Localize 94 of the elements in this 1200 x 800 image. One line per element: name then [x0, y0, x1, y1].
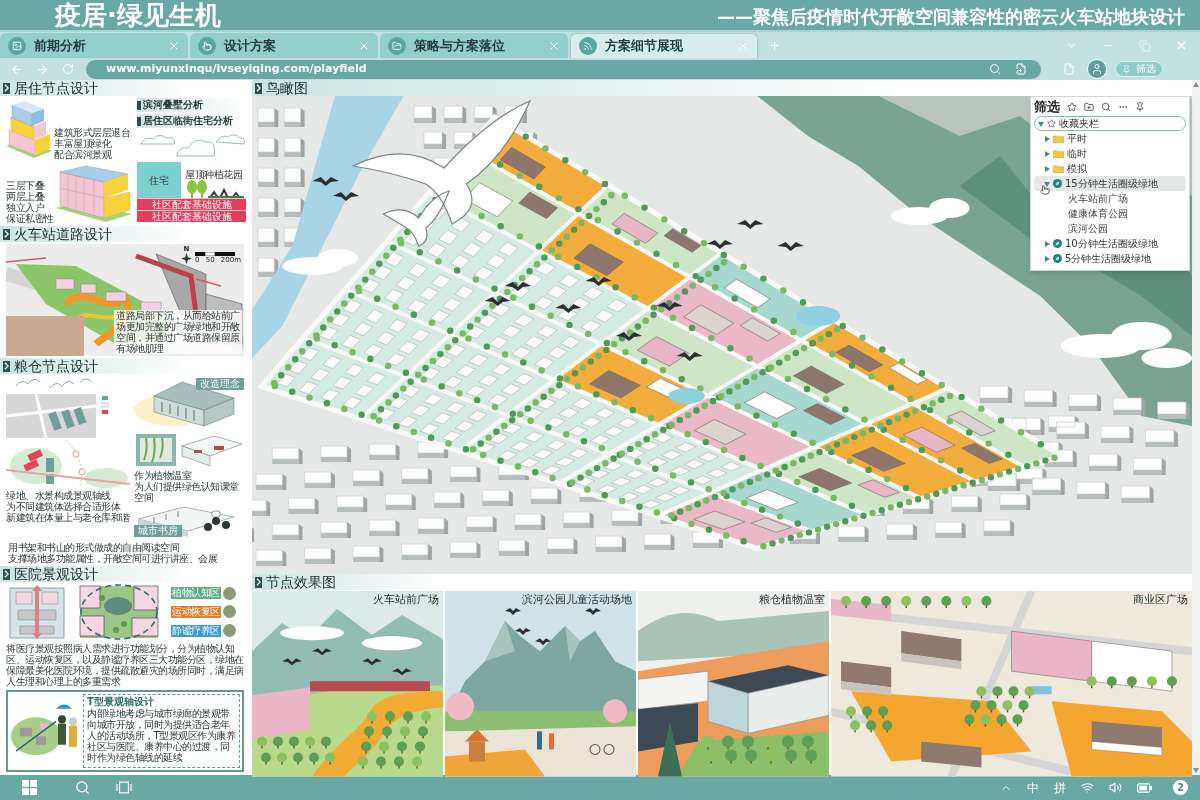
greenhouse-caption: 作为植物温室 为人们提供绿色认知课堂空间 [134, 470, 240, 503]
facility-bar: 社区配套基础设施 [137, 198, 246, 210]
road-caption: 道路局部下沉，从而给站前广场更加完整的广场绿地和开敞空间，并通过广场道路保留原有场地肌理 [114, 310, 242, 354]
scene-label: 滨河公园儿童活动场地 [522, 594, 632, 605]
garden-label: 屋顶种植花园 [185, 169, 242, 180]
scene-label: 粮仓植物温室 [759, 594, 825, 605]
section-title: 粮仓节点设计 [14, 359, 98, 373]
concept-tag: 改造理念 [196, 378, 244, 390]
tab[interactable]: 设计方案 [190, 33, 378, 58]
panel-text: 内部绿地考虑与城市绿廊的景观带向城市开放，同时为提供适合老年人的活动场所，T型景观区作为康养社区与医院、康养中心的过渡，同时作为绿色轴线的延续 [87, 708, 236, 763]
scale-bar [195, 252, 235, 256]
leaf-circle-icon [1053, 239, 1062, 248]
windows-logo-icon[interactable] [22, 780, 37, 795]
chevron-icon [255, 576, 262, 588]
rss-icon [579, 37, 597, 55]
star-icon [1047, 119, 1056, 128]
battery-icon[interactable] [1137, 782, 1152, 793]
zone-label: 运动恢复区 [171, 606, 221, 618]
folder-icon [1053, 164, 1064, 173]
library-tag: 城市书房 [134, 525, 182, 537]
reload-icon[interactable] [62, 63, 74, 75]
design-caption: 三层下叠 两层上叠 独立入户 保证私密性 [6, 180, 54, 224]
tab[interactable]: 前期分析 [0, 33, 188, 58]
picture-icon [8, 36, 26, 55]
chevron-icon [3, 82, 10, 94]
hospital-strip-plan-drawing [6, 584, 68, 640]
tab[interactable]: 策略与方案落位 [380, 33, 568, 58]
notification-badge[interactable]: 2 [1173, 780, 1188, 795]
poster-subtitle: ——聚焦后疫情时代开敞空间兼容性的密云火车站地块设计 [717, 5, 1185, 29]
caret-icon[interactable] [1044, 135, 1050, 142]
caret-icon[interactable] [1044, 180, 1050, 187]
leaf-circle-icon [1053, 179, 1062, 188]
search-icon[interactable] [1101, 101, 1111, 112]
hospital-caption: 将医疗景观按照病人需求进行功能划分，分为植物认知区、运动恢复区，以及静谧疗养区三大功能分区，绿地在保障最美化医院环境，提供疏散避灾的场所同时，满足病人生理和心理上的多重需求 [5, 643, 245, 687]
facility-bar: 社区配套基础设施 [137, 210, 246, 222]
section-title: 火车站道路设计 [14, 227, 112, 241]
leaf-circle-icon [1053, 254, 1062, 263]
caret-icon[interactable] [1044, 255, 1050, 262]
axis-caption: 绿地、水景构成景观轴线 为不同建筑体选择合适形体 新建筑在体量上与老仓库和谐 [6, 490, 130, 523]
section-title: 居住节点设计 [14, 81, 98, 95]
volume-icon[interactable] [1109, 781, 1122, 794]
forward-icon[interactable] [36, 62, 49, 76]
page-icon[interactable] [1015, 63, 1027, 75]
panel-title: 筛选 [1034, 100, 1060, 113]
zone-label: 植物认知区 [171, 587, 221, 600]
avatar-icon[interactable] [1087, 59, 1107, 79]
hand-cursor-icon [1040, 185, 1050, 195]
close-icon[interactable] [1175, 39, 1188, 52]
caret-icon[interactable] [1044, 150, 1050, 157]
chevron-icon [3, 360, 10, 372]
caret-icon[interactable] [1038, 120, 1044, 127]
task-view-icon[interactable] [116, 781, 132, 794]
section-title: 节点效果图 [266, 575, 336, 589]
scrollbar[interactable] [1192, 80, 1200, 775]
scroll-up-icon[interactable] [1193, 82, 1199, 87]
photo-placeholder [222, 624, 236, 638]
chevron-icon [255, 82, 262, 94]
library-caption: 用书架和书山的形式做成的自由阅读空间 支撑场地多功能属性，开敞空间可进行讲座、会展 [7, 542, 219, 566]
scene-label: 火车站前广场 [373, 594, 439, 605]
subheading-text: 居住区临街住宅分析 [143, 116, 233, 126]
chevron-icon [3, 228, 10, 240]
scene-label: 商业区广场 [1133, 594, 1188, 605]
favorite-icon[interactable] [1067, 101, 1077, 112]
folder-icon [1053, 149, 1064, 158]
photo-placeholder [222, 586, 236, 600]
back-icon[interactable] [10, 62, 23, 76]
compass-icon [181, 253, 192, 264]
photo-placeholder [222, 605, 236, 619]
new-tab-icon[interactable] [768, 39, 781, 52]
section-title: 鸟瞰图 [266, 81, 308, 95]
chevron-icon [3, 568, 10, 580]
zone-label: 静谧疗养区 [171, 624, 221, 637]
section-title: 医院景观设计 [14, 567, 98, 581]
design-caption: 建筑形式层层退台 丰富屋顶绿化 配合滨河景观 [54, 127, 130, 160]
search-icon[interactable] [75, 780, 90, 795]
tree-subitem[interactable]: 健康体育公园 [1034, 206, 1186, 221]
wifi-icon[interactable] [1081, 781, 1094, 794]
subheading-text: 滨河叠墅分析 [143, 100, 203, 110]
folder-icon [388, 36, 406, 55]
poster-title: 疫居·绿见生机 [55, 0, 221, 30]
building-block: 住宅 [137, 162, 181, 198]
caret-icon[interactable] [1044, 165, 1050, 172]
panel-title: T型景观轴设计 [87, 696, 155, 708]
scroll-down-icon[interactable] [1193, 768, 1199, 773]
terrace-building-drawing [6, 100, 52, 160]
tree-subitem[interactable]: 火车站前广场 [1034, 191, 1186, 206]
caret-icon[interactable] [1044, 240, 1050, 247]
folder-plus-icon[interactable] [1084, 101, 1094, 112]
tree-subitem[interactable]: 滨河公园 [1034, 221, 1186, 236]
pin-icon [1122, 64, 1131, 74]
folder-icon [1053, 134, 1064, 143]
hand-pointer-icon [198, 36, 216, 55]
tab[interactable]: 方案细节展现 [570, 33, 758, 58]
pin-icon[interactable] [1135, 101, 1145, 112]
